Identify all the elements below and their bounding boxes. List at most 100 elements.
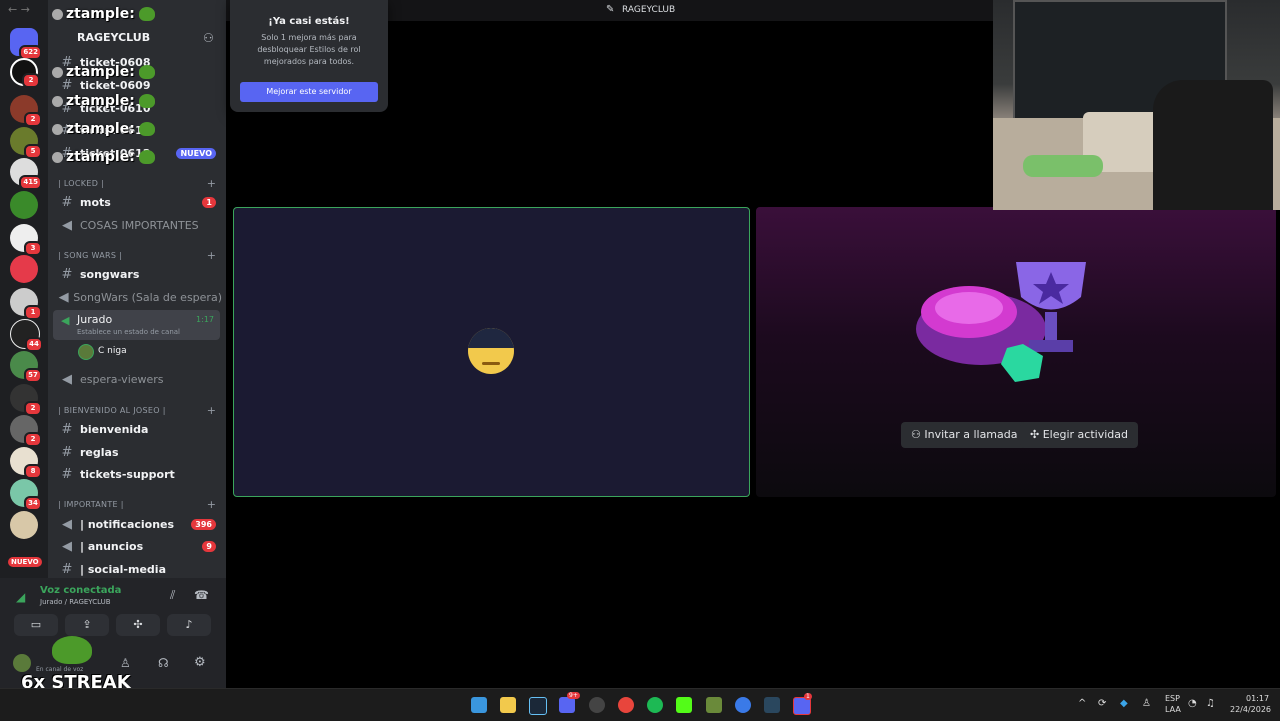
mic-icon[interactable]: ♙	[120, 656, 131, 670]
server-icon[interactable]: 3	[10, 224, 42, 256]
mic-icon[interactable]: ♙	[1142, 698, 1151, 709]
choose-activity-button[interactable]: ✣ Elegir actividad	[1020, 422, 1138, 448]
server-icon[interactable]: 34	[10, 479, 42, 511]
plush-shape	[1023, 155, 1103, 177]
server-icon[interactable]: 2	[10, 95, 42, 127]
server-icon[interactable]: 2	[10, 58, 40, 88]
add-channel-icon[interactable]: +	[207, 404, 216, 417]
avatar	[52, 8, 63, 20]
voice-location[interactable]: Jurado / RAGEYCLUB	[40, 598, 111, 606]
activity-tile: ⚇ Invitar a llamada ✣ Elegir actividad	[756, 207, 1276, 497]
chevron-up-icon[interactable]: ^	[1078, 698, 1086, 709]
wifi-icon[interactable]: ◔	[1188, 698, 1197, 709]
channel-jurado[interactable]: ◀ Jurado 1:17 Establece un estado de can…	[53, 310, 220, 340]
ccleaner-icon[interactable]	[735, 697, 751, 713]
video-tile-user[interactable]	[233, 207, 750, 497]
channel-bienvenida[interactable]: # bienvenida	[50, 418, 222, 440]
steam-icon[interactable]	[764, 697, 780, 713]
voice-status[interactable]: Voz conectada	[40, 585, 121, 596]
activity-button[interactable]: ✣	[116, 614, 160, 636]
avatar	[468, 328, 514, 374]
file-explorer-icon[interactable]	[500, 697, 516, 713]
dm-home-icon[interactable]: 622	[10, 28, 42, 60]
server-icon[interactable]: 8	[10, 447, 42, 479]
avatar	[52, 95, 63, 107]
category-songwars[interactable]: | SONG WARS |	[58, 251, 122, 260]
language-indicator-sub: LAA	[1165, 705, 1181, 714]
volume-icon[interactable]: ♫	[1206, 698, 1215, 709]
category-importante[interactable]: | IMPORTANTE |	[58, 500, 124, 509]
camera-button[interactable]: ▭	[14, 614, 58, 636]
activity-icon: ✣	[1030, 428, 1043, 441]
avatar[interactable]	[13, 654, 31, 672]
channel-mots[interactable]: # mots 1	[50, 191, 222, 213]
channel-reglas[interactable]: # reglas	[50, 441, 222, 463]
spotify-icon[interactable]	[647, 697, 663, 713]
server-name[interactable]: RAGEYCLUB	[77, 31, 150, 44]
server-icon[interactable]: 44	[10, 319, 43, 352]
steam-icon[interactable]	[529, 697, 547, 715]
hash-icon: #	[61, 266, 73, 282]
disconnect-icon[interactable]: ☎	[194, 588, 209, 602]
mouth-shape	[482, 362, 500, 365]
chrome-icon[interactable]	[618, 697, 634, 713]
windows-start-icon[interactable]	[471, 697, 487, 713]
channel-songwars-wait[interactable]: ◀ SongWars (Sala de espera)	[50, 286, 222, 308]
server-icon[interactable]: 2	[10, 415, 42, 447]
server-logo-icon: ✎	[606, 4, 615, 15]
server-icon[interactable]: 2	[10, 384, 42, 416]
channel-status[interactable]: Establece un estado de canal	[77, 328, 180, 336]
frog-emote-icon	[138, 122, 155, 136]
speaker-icon: ◀	[61, 314, 70, 327]
server-icon[interactable]: 1	[10, 288, 42, 320]
invite-to-call-button[interactable]: ⚇ Invitar a llamada	[901, 422, 1028, 448]
category-locked[interactable]: | LOCKED |	[58, 179, 104, 188]
app-icon[interactable]	[589, 697, 605, 713]
add-channel-icon[interactable]: +	[207, 249, 216, 262]
server-icon[interactable]	[10, 511, 38, 539]
frog-emote-icon	[138, 94, 155, 108]
boost-popup: ¡Ya casi estás! Solo 1 mejora más para d…	[230, 0, 388, 112]
soundboard-button[interactable]: ♪	[167, 614, 211, 636]
channel-songwars[interactable]: # songwars	[50, 263, 222, 285]
hash-icon: #	[61, 466, 73, 482]
avatar	[52, 151, 63, 163]
clock-time[interactable]: 01:17	[1246, 694, 1269, 703]
channel-anuncios[interactable]: ◀ | anuncios 9	[50, 535, 222, 557]
server-icon[interactable]: 415	[10, 158, 42, 190]
settings-gear-icon[interactable]: ⚙	[194, 655, 206, 670]
channel-espera[interactable]: ◀ espera-viewers	[50, 368, 222, 390]
window-title: RAGEYCLUB	[622, 5, 676, 15]
channel-social[interactable]: # | social-media	[50, 558, 222, 580]
voice-user[interactable]: C niga	[98, 346, 127, 356]
nav-arrows[interactable]: ← →	[8, 3, 30, 16]
channel-tickets[interactable]: # tickets-support	[50, 463, 222, 485]
server-icon[interactable]: 57	[10, 351, 42, 383]
clock-date[interactable]: 22/4/2026	[1230, 705, 1271, 714]
server-icon[interactable]: 5	[10, 127, 42, 159]
discord-icon[interactable]: 1	[793, 693, 812, 715]
channel-notificaciones[interactable]: ◀ | notificaciones 396	[50, 513, 222, 535]
language-indicator[interactable]: ESP	[1165, 694, 1180, 703]
headphones-icon[interactable]: ☊	[158, 656, 169, 670]
server-icon[interactable]	[10, 255, 38, 283]
channel-cosas[interactable]: ◀ COSAS IMPORTANTES	[50, 214, 222, 236]
category-bienvenida[interactable]: | BIENVENIDO AL JOSEO |	[58, 406, 166, 415]
new-badge: NUEVO	[8, 557, 42, 567]
add-channel-icon[interactable]: +	[207, 498, 216, 511]
shield-icon[interactable]: ◆	[1120, 698, 1128, 709]
screenshare-button[interactable]: ⇪	[65, 614, 109, 636]
boost-server-button[interactable]: Mejorar este servidor	[240, 82, 378, 102]
add-member-icon[interactable]: ⚇	[203, 31, 214, 45]
taskbar: 9+ 1 ^ ⟳ ◆ ♙ ESP LAA ◔ ♫ 01:17 22/4/2026	[0, 688, 1280, 721]
server-icon[interactable]	[10, 191, 38, 219]
add-channel-icon[interactable]: +	[207, 177, 216, 190]
noise-suppression-icon[interactable]: ⫽	[170, 588, 175, 603]
discord-icon[interactable]: 9+	[559, 692, 580, 713]
kick-icon[interactable]	[676, 697, 692, 713]
frog-emote-icon	[138, 65, 155, 79]
sync-icon[interactable]: ⟳	[1098, 698, 1106, 709]
activity-illustration	[916, 262, 1086, 382]
minecraft-icon[interactable]	[706, 697, 722, 713]
speaker-icon: ◀	[58, 289, 69, 305]
